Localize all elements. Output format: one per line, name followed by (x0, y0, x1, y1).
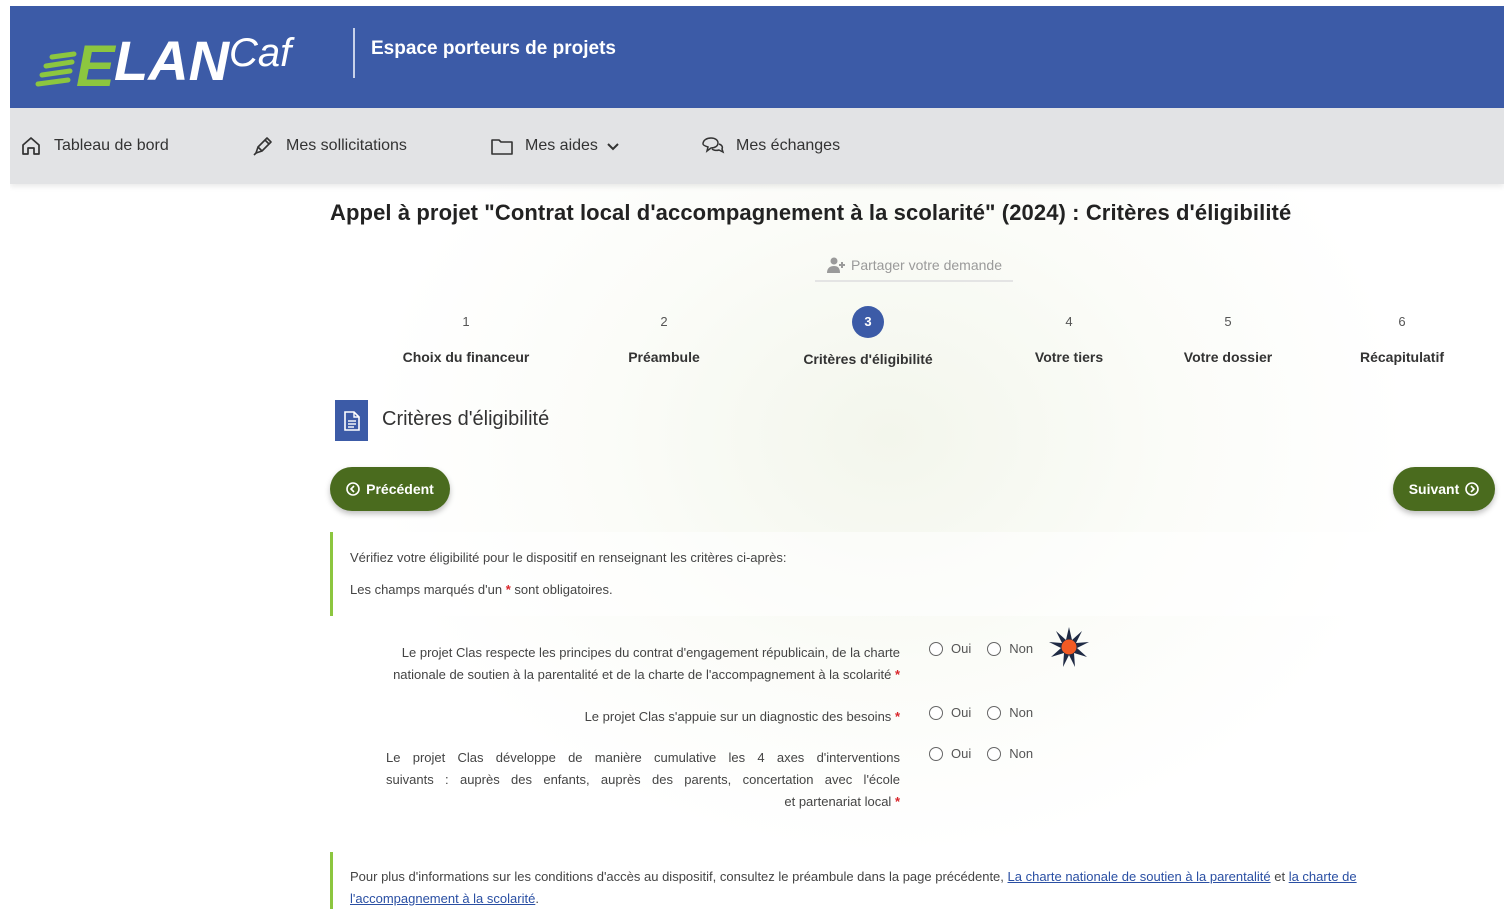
radio-label: Non (1009, 641, 1034, 656)
radio-oui[interactable] (929, 705, 943, 720)
app-header: E LAN Caf Espace porteurs de projets (10, 6, 1504, 108)
required-star: * (894, 709, 900, 724)
main-nav: Tableau de bord Mes sollicitations Mes a… (10, 108, 1504, 184)
radio-label: Non (1009, 746, 1034, 761)
step-label: Préambule (628, 349, 700, 365)
question-1-radios: Oui Non (929, 641, 1049, 656)
chat-icon (700, 133, 726, 159)
step-label: Votre dossier (1183, 349, 1273, 365)
required-star: * (894, 667, 900, 682)
svg-text:E: E (76, 34, 117, 99)
info-text: sont obligatoires. (510, 582, 613, 597)
page: E LAN Caf Espace porteurs de projets Tab… (10, 6, 1504, 909)
info-box: Vérifiez votre éligibilité pour le dispo… (330, 532, 1500, 616)
parentality-charter-link[interactable]: La charte nationale de soutien à la pare… (1008, 869, 1271, 884)
info-line-1: Vérifiez votre éligibilité pour le dispo… (350, 550, 787, 565)
step-label: Récapitulatif (1359, 349, 1444, 365)
footer-text: et (1270, 869, 1289, 884)
info-text: Les champs marqués d'un (350, 582, 506, 597)
step-2[interactable]: 2 Préambule (579, 306, 749, 365)
question-2-label: Le projet Clas s'appuie sur un diagnosti… (340, 706, 900, 728)
next-button[interactable]: Suivant (1393, 467, 1495, 511)
share-request-button[interactable]: Partager votre demande (815, 250, 1013, 282)
question-1-label: Le projet Clas respecte les principes du… (340, 642, 900, 686)
step-number: 6 (1398, 314, 1406, 329)
step-label: Votre tiers (1034, 349, 1104, 365)
radio-label: Oui (951, 705, 972, 720)
arrow-right-circle-icon (1465, 482, 1480, 496)
question-text: nationale de soutien à la parentalité et… (393, 667, 892, 682)
svg-text:Caf: Caf (229, 31, 295, 75)
svg-text:LAN: LAN (114, 29, 231, 92)
nav-item-label: Mes sollicitations (286, 137, 407, 154)
radio-label: Oui (951, 641, 972, 656)
step-1[interactable]: 1 Choix du financeur (381, 306, 551, 365)
nav-item-mes-aides[interactable]: Mes aides (489, 132, 620, 160)
header-divider (353, 28, 355, 78)
question-line: Le projet Clas développe de manière cumu… (386, 750, 900, 765)
question-text: Le projet Clas s'appuie sur un diagnosti… (584, 709, 892, 724)
footer-text: Pour plus d'informations sur les conditi… (350, 869, 1008, 884)
step-3-active[interactable]: 3 Critères d'éligibilité (783, 306, 953, 367)
pen-icon (250, 133, 276, 159)
previous-button[interactable]: Précédent (330, 467, 450, 511)
step-4[interactable]: 4 Votre tiers (984, 306, 1154, 365)
step-number: 3 (852, 306, 884, 338)
question-line: suivants : auprès des enfants, auprès de… (386, 772, 900, 787)
step-number: 5 (1224, 314, 1232, 329)
question-line: Le projet Clas s'appuie sur un diagnosti… (340, 706, 900, 728)
nav-item-mes-sollicitations[interactable]: Mes sollicitations (250, 132, 407, 160)
highlight-burst-marker (1049, 627, 1089, 667)
question-2-radios: Oui Non (929, 705, 1049, 720)
radio-oui[interactable] (929, 641, 943, 656)
step-number: 2 (660, 314, 668, 329)
step-5[interactable]: 5 Votre dossier (1143, 306, 1313, 365)
question-3-radios: Oui Non (929, 746, 1049, 761)
chevron-down-icon (606, 139, 620, 153)
nav-item-label: Mes échanges (736, 137, 841, 154)
header-title: Espace porteurs de projets (371, 38, 616, 59)
nav-item-mes-echanges[interactable]: Mes échanges (700, 132, 840, 160)
footer-text: . (535, 891, 539, 906)
previous-label: Précédent (366, 481, 434, 497)
nav-item-label: Tableau de bord (54, 137, 169, 154)
question-line: et partenariat local * (386, 791, 900, 813)
radio-oui[interactable] (929, 746, 943, 761)
question-line: nationale de soutien à la parentalité et… (340, 664, 900, 686)
radio-label: Oui (951, 746, 972, 761)
radio-label: Non (1009, 705, 1034, 720)
required-star: * (894, 794, 900, 809)
step-6[interactable]: 6 Récapitulatif (1317, 306, 1487, 365)
home-icon (18, 133, 44, 159)
section-title: Critères d'éligibilité (382, 408, 550, 430)
radio-non[interactable] (987, 641, 1002, 656)
question-3-label: Le projet Clas développe de manière cumu… (386, 747, 900, 813)
step-number: 4 (1065, 314, 1073, 329)
arrow-left-circle-icon (346, 482, 360, 496)
add-user-icon (826, 256, 846, 274)
radio-non[interactable] (987, 746, 1002, 761)
footer-info-box: Pour plus d'informations sur les conditi… (330, 852, 1500, 909)
folder-icon (489, 133, 515, 159)
nav-item-tableau-de-bord[interactable]: Tableau de bord (18, 132, 169, 160)
question-line: Le projet Clas respecte les principes du… (401, 645, 900, 660)
step-number: 1 (462, 314, 470, 329)
next-label: Suivant (1408, 481, 1460, 497)
step-label: Choix du financeur (402, 349, 530, 365)
question-text: et partenariat local (784, 794, 892, 809)
page-title: Appel à projet "Contrat local d'accompag… (330, 200, 1292, 225)
nav-item-label: Mes aides (525, 137, 598, 154)
info-line-2: Les champs marqués d'un * sont obligatoi… (350, 582, 613, 597)
step-label: Critères d'éligibilité (803, 351, 933, 367)
elan-caf-logo[interactable]: E LAN Caf (32, 14, 302, 100)
share-request-label: Partager votre demande (851, 257, 1002, 273)
document-icon (335, 400, 368, 441)
radio-non[interactable] (987, 705, 1002, 720)
